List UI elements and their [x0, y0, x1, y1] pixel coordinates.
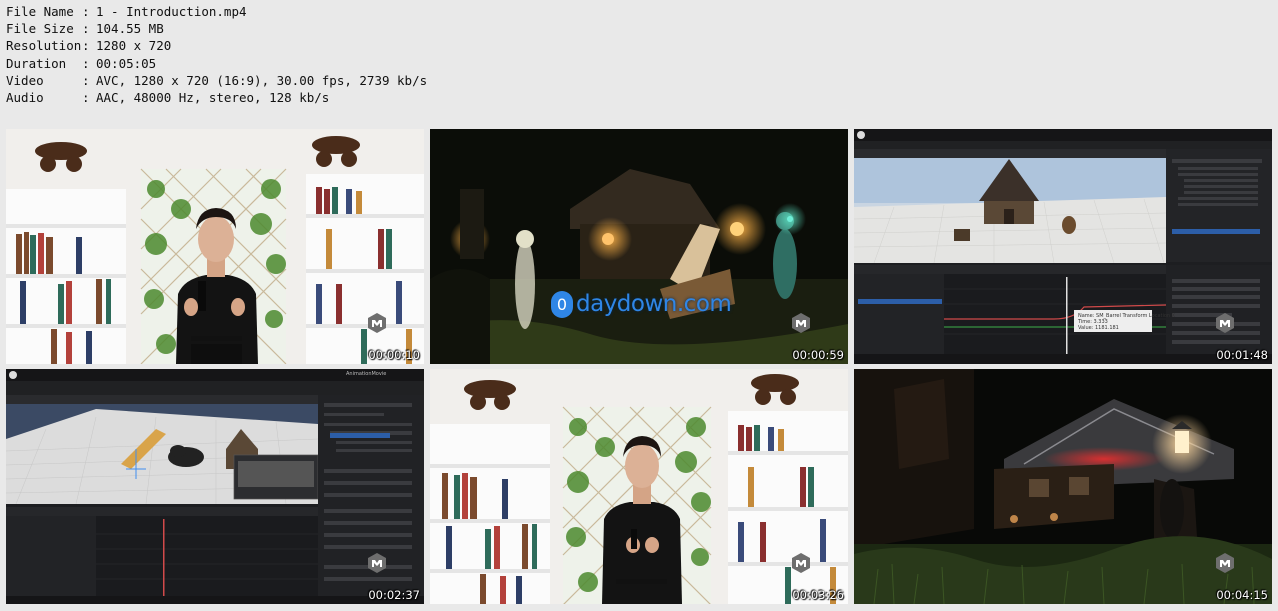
- file-info-key: Video: [6, 72, 44, 88]
- night-village-scene: [854, 369, 1272, 604]
- m-logo-icon: [792, 553, 810, 573]
- file-info-row: File Name:1 - Introduction.mp4: [6, 3, 427, 20]
- thumbnail-6[interactable]: 00:04:15: [854, 369, 1272, 604]
- timestamp: 00:04:15: [1216, 588, 1268, 602]
- m-logo-icon: [792, 313, 810, 333]
- file-info-row: Duration:00:05:05: [6, 55, 427, 72]
- m-logo-icon: [1216, 553, 1234, 573]
- file-info-key: Duration: [6, 55, 67, 71]
- tooltip-line: Value: 1181.181: [1078, 325, 1119, 331]
- m-logo-icon: [368, 553, 386, 573]
- thumbnail-4[interactable]: AnimationMovie 00:02:37: [6, 369, 424, 604]
- file-info-colon: :: [82, 55, 90, 71]
- file-info-key: File Name: [6, 4, 74, 19]
- presenter-scene: [430, 369, 848, 604]
- file-info-colon: :: [82, 72, 90, 88]
- file-info-row: Audio: AAC, 48000 Hz, stereo, 128 kb/s: [6, 89, 427, 106]
- file-info-row: Video: AVC, 1280 x 720 (16:9), 30.00 fps,…: [6, 72, 427, 89]
- file-info-value: AVC, 1280 x 720 (16:9), 30.00 fps, 2739 …: [96, 72, 428, 88]
- thumbnail-grid: 00:00:10 0 daydown.com 00:00:59 Name: SM…: [6, 129, 1272, 604]
- file-info-key: File Size: [6, 21, 74, 37]
- editor-scene: [854, 129, 1272, 364]
- m-logo-icon: [1216, 313, 1234, 333]
- watermark-text: daydown.com: [576, 291, 732, 317]
- timestamp: 00:02:37: [368, 588, 420, 602]
- file-info-key: Audio: [6, 90, 44, 106]
- file-info-value: AAC, 48000 Hz, stereo, 128 kb/s: [96, 90, 330, 106]
- file-info-colon: :: [82, 90, 90, 106]
- fantasy-scene: [430, 129, 848, 364]
- timestamp: 00:01:48: [1216, 348, 1268, 362]
- editor-scene: [6, 369, 424, 604]
- file-info-row: File Size:104.55 MB: [6, 20, 427, 37]
- thumbnail-2[interactable]: 0 daydown.com 00:00:59: [430, 129, 848, 364]
- timestamp: 00:00:10: [368, 348, 420, 362]
- file-info-value: 104.55 MB: [96, 21, 164, 37]
- timestamp: 00:00:59: [792, 348, 844, 362]
- file-info-colon: :: [82, 38, 90, 54]
- thumbnail-1[interactable]: 00:00:10: [6, 129, 424, 364]
- thumbnail-5[interactable]: 00:03:26: [430, 369, 848, 604]
- file-info: File Name:1 - Introduction.mp4 File Size…: [6, 3, 427, 106]
- file-info-colon: :: [82, 4, 90, 19]
- thumbnail-3[interactable]: Name: SM_Barrel Transform Location X Tim…: [854, 129, 1272, 364]
- timestamp: 00:03:26: [792, 588, 844, 602]
- file-info-row: Resolution:1280 x 720: [6, 37, 427, 54]
- window-title: AnimationMovie: [346, 371, 387, 377]
- file-info-key: Resolution: [6, 38, 82, 54]
- file-info-value: 00:05:05: [96, 55, 157, 71]
- file-info-value: 1280 x 720: [96, 38, 172, 54]
- m-logo-icon: [368, 313, 386, 333]
- watermark-badge: 0: [551, 291, 573, 318]
- file-info-value: 1 - Introduction.mp4: [96, 4, 247, 19]
- presenter-scene: [6, 129, 424, 364]
- file-info-colon: :: [82, 21, 90, 37]
